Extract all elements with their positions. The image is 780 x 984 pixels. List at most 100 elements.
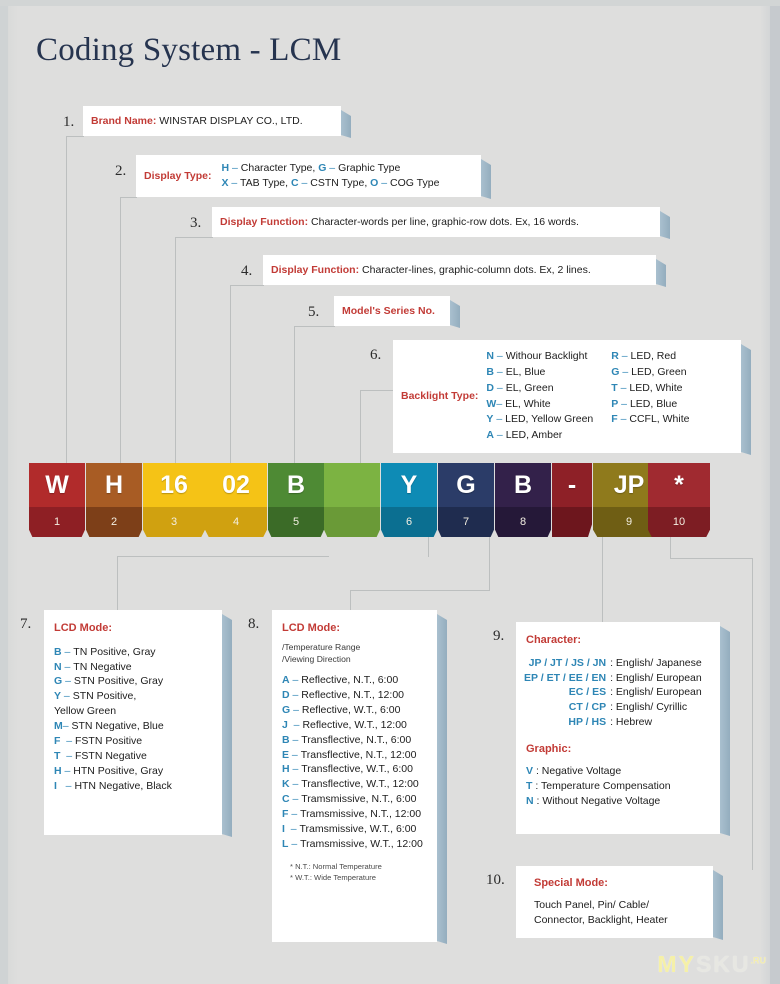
callout-9-label: Character: bbox=[526, 634, 582, 646]
callout-number-3: 3. bbox=[190, 215, 202, 231]
callout-10-line1: Touch Panel, Pin/ Cable/ bbox=[534, 898, 649, 911]
code-block-4-char: 02 bbox=[205, 463, 267, 507]
callout-4-text: Character-lines, graphic-column dots. Ex… bbox=[362, 263, 591, 276]
code-block-10[interactable]: * 10 bbox=[648, 463, 710, 537]
code-block-4[interactable]: 02 4 bbox=[205, 463, 267, 537]
callout-box-7: LCD Mode: B – TN Positive, Gray N – TN N… bbox=[44, 610, 222, 835]
callout-8-footnote-2: * W.T.: Wide Temperature bbox=[290, 872, 376, 882]
code-block-5-char: B bbox=[268, 463, 324, 507]
lcd-mode-temp-entry: B – Transflective, N.T., 6:00 bbox=[282, 733, 412, 746]
callout-5-label: Model's Series No. bbox=[342, 304, 435, 317]
lcd-mode-entry: H – HTN Positive, Gray bbox=[54, 764, 164, 777]
callout-1-label: Brand Name: bbox=[91, 114, 157, 127]
lcd-mode-entry: M– STN Negative, Blue bbox=[54, 720, 164, 733]
code-block-1[interactable]: W 1 bbox=[29, 463, 85, 537]
watermark-sku: SKU bbox=[695, 951, 751, 977]
code-block-5-ext-char bbox=[324, 463, 380, 507]
lcd-mode-entry: B – TN Positive, Gray bbox=[54, 645, 156, 658]
connector-4-horizontal bbox=[230, 285, 264, 286]
connector-10-stub bbox=[670, 537, 671, 559]
connector-8-stub bbox=[489, 537, 490, 591]
backlight-entry: P – LED, Blue bbox=[611, 397, 678, 410]
connector-2-vertical bbox=[120, 197, 121, 466]
callout-number-10: 10. bbox=[486, 872, 505, 888]
backlight-entry: W– EL, White bbox=[486, 397, 551, 410]
lcd-mode-temp-entry: C – Tramsmissive, N.T., 6:00 bbox=[282, 793, 417, 806]
character-table: JP / JT / JS / JN : English/ Japanese EP… bbox=[524, 656, 712, 731]
callout-8-sub1: /Temperature Range bbox=[282, 641, 361, 652]
callout-box-2: Display Type: H – Character Type, G – Gr… bbox=[136, 155, 481, 197]
code-block-2-index: 2 bbox=[86, 507, 142, 537]
connector-4-vertical bbox=[230, 285, 231, 466]
callout-8-sub2: /Viewing Direction bbox=[282, 653, 351, 664]
code-block-5-index: 5 bbox=[268, 507, 324, 537]
connector-8-vertical bbox=[350, 590, 351, 612]
code-block-7[interactable]: G 7 bbox=[438, 463, 494, 537]
code-block-8-index: 8 bbox=[495, 507, 551, 537]
code-block-10-char: * bbox=[648, 463, 710, 507]
lcd-mode-entry: G – STN Positive, Gray bbox=[54, 675, 164, 688]
lcd-mode-entry: I – HTN Negative, Black bbox=[54, 779, 172, 792]
code-block-separator[interactable]: - bbox=[552, 463, 592, 537]
code-block-2[interactable]: H 2 bbox=[86, 463, 142, 537]
backlight-entry: Y – LED, Yellow Green bbox=[486, 413, 594, 426]
backlight-entry: N – Withour Backlight bbox=[486, 349, 588, 362]
callout-8-label: LCD Mode: bbox=[282, 622, 341, 634]
connector-3-vertical bbox=[175, 237, 176, 466]
watermark-sup: .RU bbox=[750, 955, 767, 966]
character-value: : English/ European bbox=[610, 671, 702, 684]
page-title: Coding System - LCM bbox=[36, 32, 342, 68]
left-edge-band bbox=[0, 0, 8, 984]
callout-number-7: 7. bbox=[20, 616, 32, 632]
code-block-4-index: 4 bbox=[205, 507, 267, 537]
lcd-mode-temp-entry: I – Tramsmissive, W.T., 6:00 bbox=[282, 823, 417, 836]
code-block-3[interactable]: 16 3 bbox=[143, 463, 205, 537]
code-block-5[interactable]: B 5 bbox=[268, 463, 324, 537]
watermark: MYSKU.RU bbox=[657, 951, 766, 978]
backlight-entry: G – LED, Green bbox=[611, 365, 687, 378]
connector-7-horizontal bbox=[117, 556, 329, 557]
callout-box-3: Display Function: Character-words per li… bbox=[212, 207, 660, 237]
lcd-mode-entry: Yellow Green bbox=[54, 705, 117, 718]
watermark-m: M bbox=[657, 951, 679, 977]
code-block-6-char: Y bbox=[381, 463, 437, 507]
callout-number-1: 1. bbox=[63, 114, 75, 130]
graphic-key: N bbox=[526, 794, 534, 807]
code-block-8[interactable]: B 8 bbox=[495, 463, 551, 537]
callout-1-text: WINSTAR DISPLAY CO., LTD. bbox=[159, 114, 303, 127]
graphic-value: : Temperature Compensation bbox=[535, 779, 671, 792]
callout-3-text: Character-words per line, graphic-row do… bbox=[311, 215, 579, 228]
connector-7-vertical bbox=[117, 556, 118, 612]
connector-8-horizontal bbox=[350, 590, 490, 591]
character-key: JP / JT / JS / JN bbox=[528, 656, 607, 669]
lcd-mode-entry: N – TN Negative bbox=[54, 660, 132, 673]
character-value: : English/ Japanese bbox=[610, 656, 702, 669]
lcd-mode-temp-entry: J – Reflective, W.T., 12:00 bbox=[282, 718, 407, 731]
connector-9-vertical bbox=[602, 537, 603, 625]
callout-box-10: Special Mode: Touch Panel, Pin/ Cable/ C… bbox=[516, 866, 713, 938]
code-block-7-char: G bbox=[438, 463, 494, 507]
callout-8-footnote-1: * N.T.: Normal Temperature bbox=[290, 861, 382, 871]
code-block-6[interactable]: Y 6 bbox=[381, 463, 437, 537]
slide-root: Coding System - LCM 1. Brand Name: WINST… bbox=[0, 0, 780, 984]
callout-box-4: Display Function: Character-lines, graph… bbox=[263, 255, 656, 285]
backlight-entry: R – LED, Red bbox=[611, 349, 677, 362]
connector-10-horizontal bbox=[670, 558, 753, 559]
lcd-mode-temp-entry: H – Transflective, W.T., 6:00 bbox=[282, 763, 413, 776]
callout-number-8: 8. bbox=[248, 616, 260, 632]
connector-6-vertical bbox=[360, 390, 361, 466]
callout-box-1: Brand Name: WINSTAR DISPLAY CO., LTD. bbox=[83, 106, 341, 136]
code-block-10-index: 10 bbox=[648, 507, 710, 537]
right-edge-band bbox=[770, 0, 780, 984]
callout-2-line1: H – Character Type, G – Graphic Type bbox=[221, 162, 401, 175]
character-key: EC / ES bbox=[568, 686, 607, 699]
callout-box-5: Model's Series No. bbox=[334, 296, 450, 326]
code-block-5-extension[interactable] bbox=[324, 463, 380, 537]
watermark-y: Y bbox=[678, 951, 696, 977]
lcd-mode-entry: T – FSTN Negative bbox=[54, 749, 147, 762]
connector-1-vertical bbox=[66, 136, 67, 466]
graphic-value: : Negative Voltage bbox=[535, 764, 622, 777]
graphic-row: V : Negative Voltage bbox=[526, 764, 712, 779]
code-block-5-ext-index bbox=[324, 507, 380, 537]
backlight-type-grid: N – Withour Backlight R – LED, Red B – E… bbox=[486, 349, 689, 445]
